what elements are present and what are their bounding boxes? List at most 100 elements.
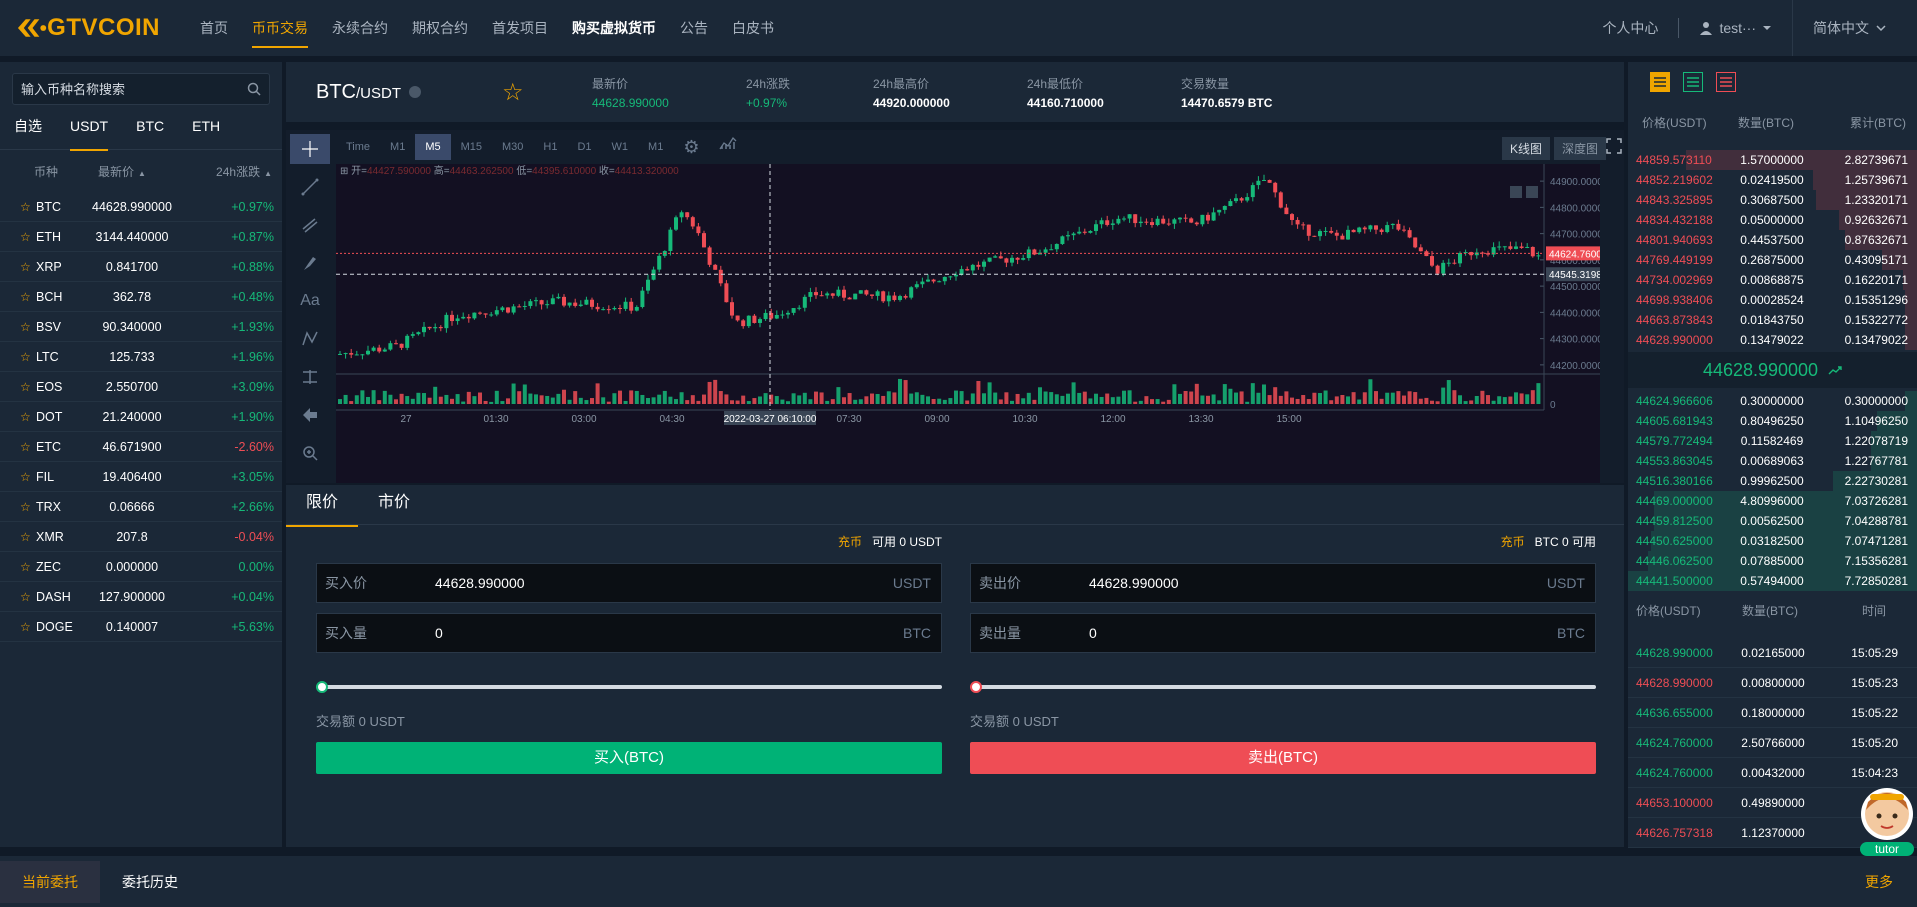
favorite-star-icon[interactable]: ☆ bbox=[0, 230, 31, 244]
sell-button[interactable]: 卖出(BTC) bbox=[970, 742, 1596, 774]
orderbook-both-icon[interactable] bbox=[1650, 72, 1670, 92]
slider-handle[interactable] bbox=[970, 681, 982, 693]
sell-quantity-field[interactable]: 卖出量 0 BTC bbox=[970, 613, 1596, 653]
more-link[interactable]: 更多 bbox=[1865, 872, 1893, 892]
bid-row[interactable]: 44579.772494 0.11582469 1.22078719 bbox=[1628, 431, 1917, 451]
favorite-star-icon[interactable]: ☆ bbox=[502, 78, 592, 107]
orderbook-bids-icon[interactable] bbox=[1683, 72, 1703, 92]
market-row[interactable]: ☆ BCH 362.78 +0.48% bbox=[0, 282, 282, 312]
nav-item[interactable]: 购买虚拟货币 bbox=[560, 0, 668, 56]
measure-tool-icon[interactable] bbox=[290, 362, 330, 392]
favorite-star-icon[interactable]: ☆ bbox=[0, 320, 31, 334]
nav-item[interactable]: 币币交易 bbox=[240, 0, 320, 56]
order-type-tab[interactable]: 限价 bbox=[286, 485, 359, 527]
sell-price-field[interactable]: 卖出价 44628.990000 USDT bbox=[970, 563, 1596, 603]
market-tab[interactable]: BTC bbox=[122, 114, 178, 149]
orders-tab[interactable]: 当前委托 bbox=[0, 860, 100, 903]
buy-quantity-field[interactable]: 买入量 0 BTC bbox=[316, 613, 942, 653]
market-row[interactable]: ☆ LTC 125.733 +1.96% bbox=[0, 342, 282, 372]
favorite-star-icon[interactable]: ☆ bbox=[0, 350, 31, 364]
bid-row[interactable]: 44624.966606 0.30000000 0.30000000 bbox=[1628, 391, 1917, 411]
pattern-tool-icon[interactable] bbox=[290, 324, 330, 354]
brush-tool-icon[interactable] bbox=[290, 248, 330, 278]
bid-row[interactable]: 44605.681943 0.80496250 1.10496250 bbox=[1628, 411, 1917, 431]
chart-view-button[interactable]: K线图 bbox=[1501, 137, 1550, 160]
favorite-star-icon[interactable]: ☆ bbox=[0, 200, 31, 214]
favorite-star-icon[interactable]: ☆ bbox=[0, 470, 31, 484]
buy-button[interactable]: 买入(BTC) bbox=[316, 742, 942, 774]
coin-search-input[interactable] bbox=[21, 81, 241, 97]
zoom-icon[interactable] bbox=[290, 438, 330, 468]
buy-price-field[interactable]: 买入价 44628.990000 USDT bbox=[316, 563, 942, 603]
favorite-star-icon[interactable]: ☆ bbox=[0, 560, 31, 574]
nav-item[interactable]: 首页 bbox=[188, 0, 240, 56]
ask-row[interactable]: 44852.219602 0.02419500 1.25739671 bbox=[1628, 170, 1917, 190]
ask-row[interactable]: 44769.449199 0.26875000 0.43095171 bbox=[1628, 250, 1917, 270]
header-price[interactable]: 最新价 ▲ bbox=[62, 163, 182, 180]
bid-row[interactable]: 44459.812500 0.00562500 7.04288781 bbox=[1628, 511, 1917, 531]
indicator-icon[interactable] bbox=[709, 134, 747, 160]
bid-row[interactable]: 44516.380166 0.99962500 2.22730281 bbox=[1628, 471, 1917, 491]
sell-slider[interactable] bbox=[970, 679, 1596, 695]
ask-row[interactable]: 44834.432188 0.05000000 0.92632671 bbox=[1628, 210, 1917, 230]
user-menu[interactable]: test··· bbox=[1679, 20, 1792, 36]
personal-center-link[interactable]: 个人中心 bbox=[1582, 18, 1678, 38]
favorite-star-icon[interactable]: ☆ bbox=[0, 260, 31, 274]
order-type-tab[interactable]: 市价 bbox=[358, 485, 430, 524]
language-selector[interactable]: 简体中文 bbox=[1793, 18, 1917, 38]
nav-item[interactable]: 白皮书 bbox=[720, 0, 786, 56]
slider-handle[interactable] bbox=[316, 681, 328, 693]
market-tab[interactable]: ETH bbox=[178, 114, 234, 149]
favorite-star-icon[interactable]: ☆ bbox=[0, 500, 31, 514]
market-row[interactable]: ☆ ETC 46.671900 -2.60% bbox=[0, 432, 282, 462]
market-row[interactable]: ☆ ZEC 0.000000 0.00% bbox=[0, 552, 282, 582]
ask-row[interactable]: 44663.873843 0.01843750 0.15322772 bbox=[1628, 310, 1917, 330]
bid-row[interactable]: 44450.625000 0.03182500 7.07471281 bbox=[1628, 531, 1917, 551]
bid-row[interactable]: 44469.000000 4.80996000 7.03726281 bbox=[1628, 491, 1917, 511]
timeframe-option[interactable]: W1 bbox=[602, 134, 639, 160]
market-row[interactable]: ☆ BSV 90.340000 +1.93% bbox=[0, 312, 282, 342]
orders-tab[interactable]: 委托历史 bbox=[100, 861, 200, 903]
recharge-link[interactable]: 充币 bbox=[1501, 535, 1525, 549]
info-icon[interactable] bbox=[409, 85, 421, 98]
timeframe-option[interactable]: H1 bbox=[533, 134, 567, 160]
nav-item[interactable]: 首发项目 bbox=[480, 0, 560, 56]
ask-row[interactable]: 44628.990000 0.13479022 0.13479022 bbox=[1628, 330, 1917, 350]
search-icon[interactable] bbox=[247, 82, 261, 96]
channel-tool-icon[interactable] bbox=[290, 210, 330, 240]
market-row[interactable]: ☆ DASH 127.900000 +0.04% bbox=[0, 582, 282, 612]
favorite-star-icon[interactable]: ☆ bbox=[0, 440, 31, 454]
fullscreen-icon[interactable] bbox=[1606, 138, 1624, 156]
timeframe-option[interactable]: M1 bbox=[638, 134, 673, 160]
market-row[interactable]: ☆ XMR 207.8 -0.04% bbox=[0, 522, 282, 552]
crosshair-tool-icon[interactable] bbox=[290, 134, 330, 164]
tutor-avatar[interactable]: tutor bbox=[1858, 784, 1916, 856]
timeframe-option[interactable]: Time bbox=[336, 134, 380, 160]
favorite-star-icon[interactable]: ☆ bbox=[0, 590, 31, 604]
market-tab[interactable]: 自选 bbox=[0, 114, 56, 149]
nav-item[interactable]: 公告 bbox=[668, 0, 720, 56]
timeframe-option[interactable]: M5 bbox=[415, 134, 451, 160]
timeframe-option[interactable]: M1 bbox=[380, 134, 415, 160]
chart-view-button[interactable]: 深度图 bbox=[1553, 137, 1606, 160]
nav-item[interactable]: 期权合约 bbox=[400, 0, 480, 56]
favorite-star-icon[interactable]: ☆ bbox=[0, 530, 31, 544]
market-tab[interactable]: USDT bbox=[56, 114, 122, 151]
favorite-star-icon[interactable]: ☆ bbox=[0, 620, 31, 634]
market-row[interactable]: ☆ ETH 3144.440000 +0.87% bbox=[0, 222, 282, 252]
orderbook-asks-icon[interactable] bbox=[1716, 72, 1736, 92]
settings-gear-icon[interactable]: ⚙ bbox=[673, 134, 709, 160]
logo[interactable]: GTVCOIN bbox=[16, 14, 160, 42]
market-row[interactable]: ☆ DOGE 0.140007 +5.63% bbox=[0, 612, 282, 642]
timeframe-option[interactable]: D1 bbox=[567, 134, 601, 160]
market-row[interactable]: ☆ BTC 44628.990000 +0.97% bbox=[0, 192, 282, 222]
ask-row[interactable]: 44698.938406 0.00028524 0.15351296 bbox=[1628, 290, 1917, 310]
favorite-star-icon[interactable]: ☆ bbox=[0, 410, 31, 424]
trendline-tool-icon[interactable] bbox=[290, 172, 330, 202]
recharge-link[interactable]: 充币 bbox=[838, 535, 862, 549]
market-row[interactable]: ☆ FIL 19.406400 +3.05% bbox=[0, 462, 282, 492]
favorite-star-icon[interactable]: ☆ bbox=[0, 380, 31, 394]
ask-row[interactable]: 44734.002969 0.00868875 0.16220171 bbox=[1628, 270, 1917, 290]
back-arrow-icon[interactable] bbox=[290, 400, 330, 430]
ask-row[interactable]: 44801.940693 0.44537500 0.87632671 bbox=[1628, 230, 1917, 250]
